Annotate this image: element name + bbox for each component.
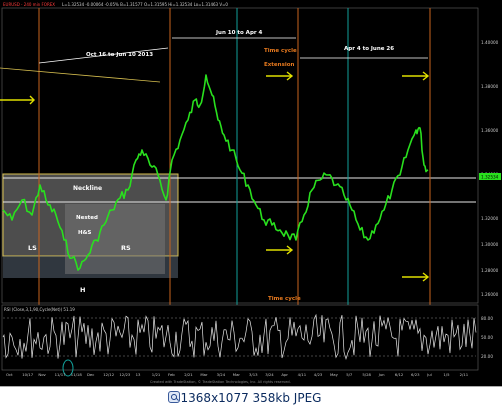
annotation-nested: Nested [76,215,98,221]
image-info-bar: 1368x1077 358kb JPEG [0,386,502,410]
time-axis-label: 13 [136,372,141,377]
annotation-hs: H&S [78,230,91,236]
price-label: 1.38000 [481,84,499,89]
quote-text: L=1.32534 -0.00064 -0.05% B=1.31577 O=1.… [62,2,228,7]
time-axis-label: Jun [378,372,386,377]
time-axis-label: 3/24 [265,372,274,377]
time-axis-label: 1/21 [152,372,161,377]
annotation-time-cycle-bottom: Time cycle [268,296,301,302]
annotation-h: H [80,286,85,294]
time-axis-label: 10/17 [22,372,34,377]
credit-text: Created with TradeStation, © TradeStatio… [150,380,291,384]
price-label: 1.40000 [481,40,499,45]
time-axis-label: 6/23 [411,372,420,377]
price-label: 1.36000 [481,128,499,133]
annotation-rs: RS [121,244,131,252]
annotation-jun-apr: Jun 10 to Apr 4 [215,30,263,36]
time-axis-label: 4/23 [314,372,323,377]
rsi-label: 80.00 [481,316,493,321]
price-label: 1.32000 [481,216,499,221]
rsi-pane [1,304,479,371]
price-label: 1.30000 [481,242,499,247]
time-axis-label: 4/11 [298,372,307,377]
time-axis-label: 5/7 [346,372,353,377]
last-price-label: 1.32534 [481,175,499,180]
time-axis-label: 3/24 [217,372,226,377]
time-axis-label: 2/21 [184,372,193,377]
time-axis-label: 11/17 [55,372,67,377]
rsi-label: 50.00 [481,335,493,340]
price-line [2,74,429,271]
price-label: 1.26000 [481,292,499,297]
time-axis-label: Feb [168,372,175,377]
time-axis-label: 12/12 [103,372,115,377]
rsi-title: RSI (Close,3,1,90,Cycle(Net)) 51.19 [4,307,75,312]
annotation-time-cycle: Time cycle [264,48,297,54]
time-axis-label: Dec [87,372,94,377]
time-axis-label: May [330,372,339,377]
time-axis-label: Mar [233,372,241,377]
chart-window: EURUSD - 240 min FOREX L=1.32534 -0.0006… [0,0,502,386]
time-axis-label: 11/18 [71,372,83,377]
time-axis-label: 3/13 [249,372,258,377]
annotation-extension: Extension [264,62,295,68]
annotation-oct-jun: Oct 16 to Jun 10 2013 [86,52,153,58]
time-axis-label: 2/11 [460,372,469,377]
time-axis-label: 12/23 [119,372,131,377]
time-axis-label: Oct [6,372,13,377]
symbol-text: EURUSD - 240 min FOREX [3,2,55,7]
time-axis-label: Jul [426,372,432,377]
time-axis: Oct 10/17 Nov 11/17 11/18 Dec 12/12 12/23 13 1/21… [6,372,469,377]
time-axis-label: 1/5 [443,372,450,377]
annotation-apr-jun: Apr 4 to June 26 [344,46,394,52]
time-axis-label: Nov [38,372,46,377]
zoom-icon[interactable] [168,391,180,403]
time-axis-label: 6/12 [395,372,404,377]
chart-canvas[interactable]: EURUSD - 240 min FOREX L=1.32534 -0.0006… [0,0,502,386]
image-info-text: 1368x1077 358kb JPEG [180,391,322,405]
annotation-neckline: Neckline [73,185,102,192]
annotation-ls: LS [28,244,37,252]
price-label: 1.28000 [481,268,499,273]
time-axis-label: 5/28 [362,372,371,377]
time-axis-label: Apr [281,372,288,377]
rsi-label: 20.00 [481,354,493,359]
trend-line-left [0,67,161,83]
time-axis-label: Mar [200,372,208,377]
